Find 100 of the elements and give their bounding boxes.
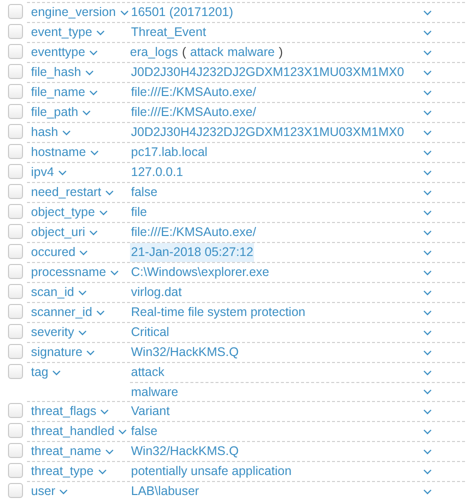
checkbox[interactable] — [8, 184, 22, 199]
field-name[interactable]: tag — [31, 363, 48, 382]
chevron-down-icon[interactable] — [423, 350, 432, 356]
field-value[interactable]: 127.0.0.1 — [130, 163, 184, 182]
chevron-down-icon[interactable] — [423, 90, 432, 96]
chevron-down-icon[interactable] — [85, 70, 94, 76]
field-value[interactable]: Variant — [130, 402, 171, 421]
field-name[interactable]: scan_id — [31, 283, 74, 302]
chevron-down-icon[interactable] — [79, 250, 88, 256]
checkbox[interactable] — [8, 463, 22, 478]
field-value[interactable]: file:///E:/KMSAuto.exe/ — [130, 223, 258, 242]
chevron-down-icon[interactable] — [423, 230, 432, 236]
chevron-down-icon[interactable] — [105, 190, 114, 196]
field-name[interactable]: occured — [31, 243, 76, 262]
checkbox[interactable] — [8, 324, 22, 339]
chevron-down-icon[interactable] — [423, 428, 432, 434]
chevron-down-icon[interactable] — [62, 130, 72, 136]
field-value[interactable]: file:///E:/KMSAuto.exe/ — [130, 83, 258, 102]
chevron-down-icon[interactable] — [89, 90, 98, 96]
field-value[interactable]: potentially unsafe application — [130, 462, 293, 481]
chevron-down-icon[interactable] — [96, 310, 106, 316]
field-name[interactable]: file_name — [31, 83, 86, 102]
field-value[interactable]: Critical — [130, 323, 170, 342]
chevron-down-icon[interactable] — [98, 468, 107, 474]
field-name[interactable]: signature — [31, 343, 82, 362]
chevron-down-icon[interactable] — [423, 150, 432, 156]
field-name[interactable]: object_type — [31, 203, 95, 222]
chevron-down-icon[interactable] — [423, 310, 432, 316]
checkbox[interactable] — [8, 364, 22, 379]
checkbox[interactable] — [8, 84, 22, 99]
chevron-down-icon[interactable] — [96, 30, 106, 36]
chevron-down-icon[interactable] — [423, 330, 432, 336]
checkbox[interactable] — [8, 304, 22, 319]
field-value[interactable]: false — [130, 183, 158, 202]
field-name[interactable]: object_uri — [31, 223, 86, 242]
field-name[interactable]: threat_name — [31, 442, 102, 461]
field-value[interactable]: Threat_Event — [130, 23, 208, 42]
chevron-down-icon[interactable] — [58, 170, 67, 176]
checkbox[interactable] — [8, 443, 22, 458]
chevron-down-icon[interactable] — [52, 370, 62, 376]
field-value[interactable]: file:///E:/KMSAuto.exe/ — [130, 103, 258, 122]
field-value[interactable]: pc17.lab.local — [130, 143, 208, 162]
field-name[interactable]: hostname — [31, 143, 86, 162]
chevron-down-icon[interactable] — [423, 210, 432, 216]
chevron-down-icon[interactable] — [423, 50, 432, 56]
chevron-down-icon[interactable] — [423, 250, 432, 256]
checkbox[interactable] — [8, 284, 22, 299]
checkbox[interactable] — [8, 24, 22, 39]
field-value[interactable]: J0D2J30H4J232DJ2GDXM123X1MU03XM1MX0 — [130, 123, 406, 142]
chevron-down-icon[interactable] — [78, 290, 88, 296]
field-value[interactable]: LAB\labuser — [130, 482, 200, 501]
field-name[interactable]: hash — [31, 123, 58, 142]
field-value[interactable]: 16501 (20171201) — [130, 3, 234, 22]
chevron-down-icon[interactable] — [82, 110, 92, 116]
chevron-down-icon[interactable] — [89, 50, 98, 56]
checkbox[interactable] — [8, 244, 22, 259]
checkbox[interactable] — [8, 403, 22, 418]
field-name[interactable]: ipv4 — [31, 163, 54, 182]
chevron-down-icon[interactable] — [423, 270, 432, 276]
field-value[interactable]: attack — [130, 363, 166, 382]
chevron-down-icon[interactable] — [423, 370, 432, 376]
field-name[interactable]: engine_version — [31, 3, 116, 22]
field-name[interactable]: file_hash — [31, 63, 82, 82]
field-name[interactable]: user — [31, 482, 56, 501]
checkbox[interactable] — [8, 224, 22, 239]
checkbox[interactable] — [8, 4, 22, 19]
checkbox[interactable] — [8, 423, 22, 438]
chevron-down-icon[interactable] — [100, 408, 110, 414]
checkbox[interactable] — [8, 124, 22, 139]
value-link[interactable]: attack — [190, 43, 224, 62]
chevron-down-icon[interactable] — [423, 389, 432, 395]
field-value[interactable]: file — [130, 203, 148, 222]
checkbox[interactable] — [8, 204, 22, 219]
checkbox[interactable] — [8, 44, 22, 59]
chevron-down-icon[interactable] — [423, 130, 432, 136]
chevron-down-icon[interactable] — [423, 488, 432, 494]
chevron-down-icon[interactable] — [423, 10, 432, 16]
field-value[interactable]: 21-Jan-2018 05:27:12 — [130, 243, 254, 262]
chevron-down-icon[interactable] — [78, 330, 88, 336]
checkbox[interactable] — [8, 264, 22, 279]
checkbox[interactable] — [8, 164, 22, 179]
field-name[interactable]: severity — [31, 323, 74, 342]
chevron-down-icon[interactable] — [86, 350, 96, 356]
field-name[interactable]: file_path — [31, 103, 78, 122]
chevron-down-icon[interactable] — [423, 290, 432, 296]
checkbox[interactable] — [8, 483, 22, 498]
chevron-down-icon[interactable] — [423, 30, 432, 36]
checkbox[interactable] — [8, 64, 22, 79]
chevron-down-icon[interactable] — [89, 230, 98, 236]
field-name[interactable]: processname — [31, 263, 106, 282]
field-value[interactable]: false — [130, 422, 158, 441]
chevron-down-icon[interactable] — [90, 150, 99, 156]
value-link[interactable]: era_logs — [130, 43, 178, 62]
field-name[interactable]: eventtype — [31, 43, 86, 62]
chevron-down-icon[interactable] — [423, 408, 432, 414]
value-link[interactable]: malware — [227, 43, 275, 62]
chevron-down-icon[interactable] — [98, 210, 108, 216]
field-value[interactable]: virlog.dat — [130, 283, 183, 302]
field-name[interactable]: scanner_id — [31, 303, 92, 322]
chevron-down-icon[interactable] — [105, 448, 114, 454]
